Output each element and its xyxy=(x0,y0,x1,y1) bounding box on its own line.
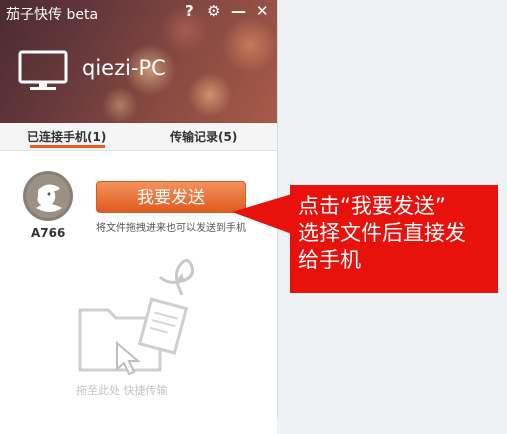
device-name: A766 xyxy=(31,226,66,240)
help-icon[interactable]: ? xyxy=(185,2,194,20)
drop-zone-text: 拖至此处 快捷传输 xyxy=(76,384,168,397)
callout-line-3: 给手机 xyxy=(298,248,361,272)
app-title: 茄子快传 beta xyxy=(6,7,99,23)
callout-box: 点击“我要发送” 选择文件后直接发 给手机 xyxy=(290,185,498,293)
drag-hint-text: 将文件拖拽进来也可以发送到手机 xyxy=(96,223,246,234)
file-drop-icon[interactable] xyxy=(62,255,202,380)
close-icon[interactable]: ✕ xyxy=(256,2,269,20)
minimize-icon[interactable]: — xyxy=(231,2,246,20)
callout-line-2: 选择文件后直接发 xyxy=(298,221,466,245)
phone-avatar-icon[interactable] xyxy=(22,170,74,222)
tab-connected-phones[interactable]: 已连接手机(1) xyxy=(27,128,106,145)
send-button[interactable]: 我要发送 xyxy=(96,181,246,213)
callout-line-1: 点击“我要发送” xyxy=(298,194,446,218)
tab-transfer-records[interactable]: 传输记录(5) xyxy=(170,128,237,145)
pc-name: qiezi-PC xyxy=(82,56,166,80)
gear-icon[interactable]: ⚙ xyxy=(207,2,220,20)
active-tab-indicator xyxy=(30,145,105,148)
app-header: 茄子快传 beta ? ⚙ — ✕ qiezi-PC xyxy=(0,0,277,123)
monitor-icon xyxy=(18,50,68,90)
callout-pointer xyxy=(232,194,292,234)
